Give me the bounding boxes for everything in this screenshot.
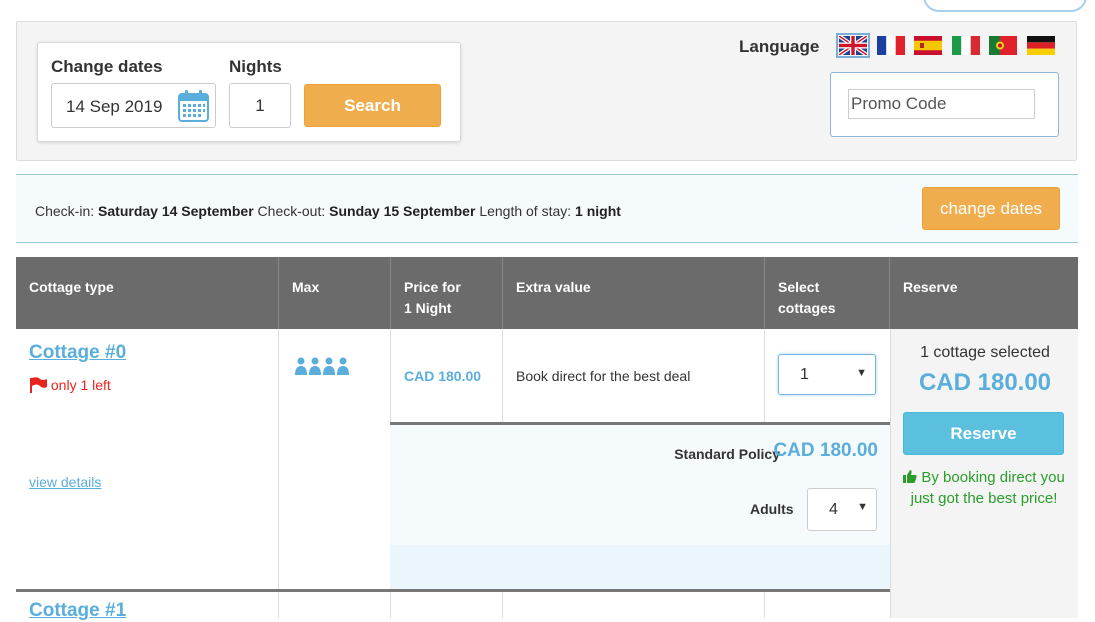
- adults-value: 4: [829, 501, 838, 518]
- uk-flag-icon[interactable]: [836, 33, 870, 58]
- reserve-column: 1 cottage selected CAD 180.00 Reserve By…: [890, 329, 1078, 618]
- best-deal-text: By booking direct you just got the best …: [910, 469, 1065, 507]
- stay-info-bar: Check-in: Saturday 14 September Check-ou…: [16, 174, 1078, 243]
- language-label: Language: [739, 37, 820, 56]
- cottage-0-link[interactable]: Cottage #0: [29, 342, 126, 364]
- selected-total-price: CAD 180.00: [918, 369, 1052, 396]
- availability-text: only 1 left: [50, 377, 111, 393]
- length-value: 1 night: [575, 203, 621, 219]
- nights-input[interactable]: 1: [229, 83, 291, 128]
- header-reserve: Reserve: [903, 279, 958, 295]
- promo-code-input[interactable]: Promo Code: [848, 89, 1035, 119]
- search-panel: Change dates 14 Sep 2019 Nights 1 Search…: [16, 21, 1077, 161]
- extra-value-text: Book direct for the best deal: [516, 368, 691, 384]
- search-button[interactable]: Search: [304, 84, 441, 127]
- top-nav-button[interactable]: [923, 0, 1087, 12]
- chevron-down-icon: ▼: [857, 501, 868, 513]
- checkout-label: Check-out:: [257, 203, 326, 219]
- checkin-date-input[interactable]: 14 Sep 2019: [51, 83, 216, 128]
- policy-price: CAD 180.00: [773, 440, 878, 461]
- adults-label: Adults: [750, 501, 794, 517]
- length-label: Length of stay:: [479, 203, 572, 219]
- policy-lower-band: [390, 545, 890, 589]
- nights-label: Nights: [229, 57, 282, 76]
- stay-info-text: Check-in: Saturday 14 September Check-ou…: [35, 203, 621, 219]
- header-select-line2: cottages: [778, 300, 836, 316]
- chevron-down-icon: ▼: [856, 367, 867, 379]
- thumbs-up-icon: [903, 470, 917, 483]
- reserve-button[interactable]: Reserve: [903, 412, 1064, 455]
- table-header: Cottage type Max Price for 1 Night Extra…: [16, 257, 1078, 329]
- header-select: Select cottages: [778, 277, 836, 319]
- checkin-date-value: 14 Sep 2019: [66, 97, 163, 116]
- italy-flag-icon[interactable]: [952, 36, 980, 55]
- germany-flag-icon[interactable]: [1027, 36, 1055, 55]
- header-price: Price for 1 Night: [404, 277, 461, 319]
- dates-box: Change dates 14 Sep 2019 Nights 1 Search: [37, 42, 461, 142]
- policy-area: Standard Policy CAD 180.00 Adults 4 ▼: [390, 422, 890, 589]
- header-select-line1: Select: [778, 279, 820, 295]
- spain-flag-icon[interactable]: [914, 36, 942, 55]
- view-details-link[interactable]: view details: [29, 474, 101, 490]
- cottage-quantity-value: 1: [800, 366, 809, 383]
- france-flag-icon[interactable]: [877, 36, 905, 55]
- header-cottage-type: Cottage type: [29, 279, 114, 295]
- header-max: Max: [292, 279, 320, 295]
- availability-alert: only 1 left: [29, 377, 111, 393]
- cottage-table-body: Cottage #0 only 1 left view details CAD …: [16, 329, 1078, 621]
- cottage-quantity-select[interactable]: 1 ▼: [778, 354, 876, 395]
- header-extra-value: Extra value: [516, 279, 591, 295]
- checkin-label: Check-in:: [35, 203, 95, 219]
- best-deal-message: By booking direct you just got the best …: [901, 467, 1067, 509]
- header-price-line2: 1 Night: [404, 300, 452, 316]
- checkin-value: Saturday 14 September: [98, 203, 254, 219]
- cottage-1-link[interactable]: Cottage #1: [29, 600, 126, 622]
- change-dates-label: Change dates: [51, 57, 163, 76]
- change-dates-button[interactable]: change dates: [922, 187, 1060, 230]
- header-price-line1: Price for: [404, 279, 461, 295]
- portugal-flag-icon[interactable]: [989, 36, 1017, 55]
- promo-box: Promo Code: [830, 72, 1059, 137]
- row-divider: [16, 589, 890, 592]
- calendar-icon[interactable]: [178, 89, 209, 122]
- checkout-value: Sunday 15 September: [329, 203, 476, 219]
- max-guests-icon: [295, 357, 349, 375]
- night-price: CAD 180.00: [404, 368, 482, 384]
- selected-count-text: 1 cottage selected: [920, 344, 1050, 361]
- policy-label: Standard Policy: [674, 446, 780, 462]
- adults-select[interactable]: 4 ▼: [807, 488, 877, 531]
- flag-alert-icon: [30, 377, 47, 393]
